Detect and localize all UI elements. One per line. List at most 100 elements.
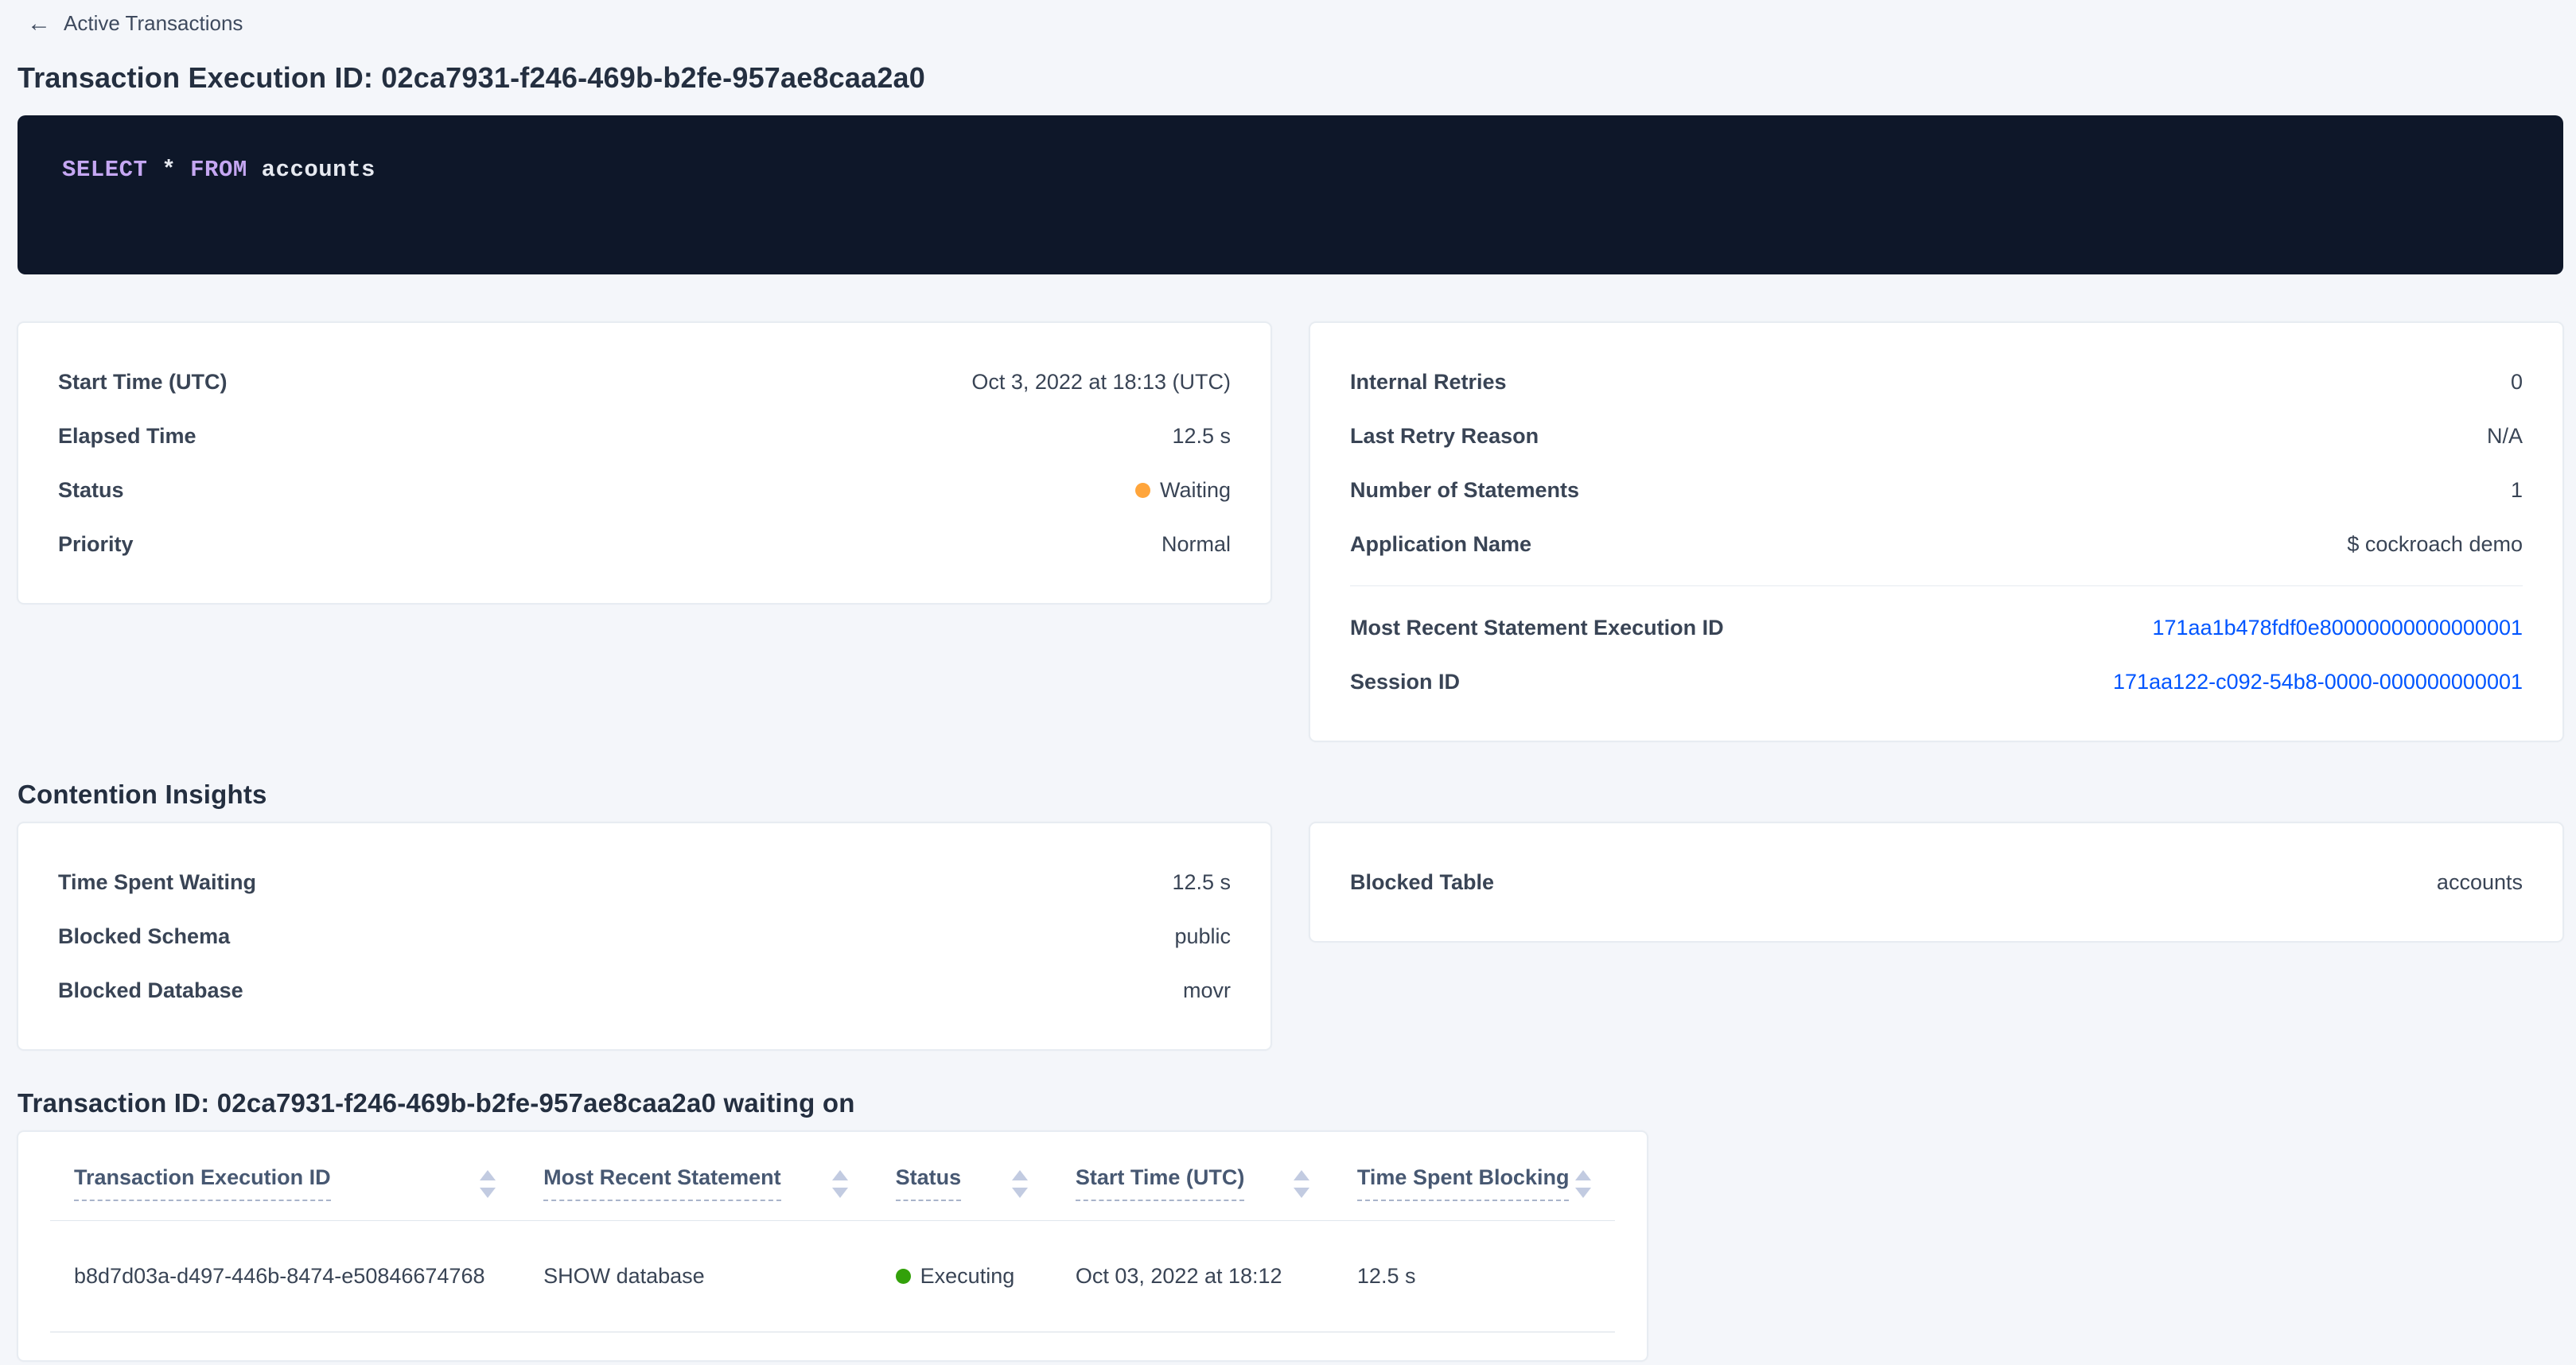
- header-status[interactable]: Status: [872, 1164, 1052, 1201]
- row-statement-execution-id: Most Recent Statement Execution ID 171aa…: [1350, 601, 2523, 655]
- header-time-spent-blocking[interactable]: Time Spent Blocking: [1333, 1164, 1615, 1201]
- internal-retries-value: 0: [2511, 370, 2523, 395]
- transaction-details-page: ← Active Transactions Transaction Execut…: [0, 0, 2576, 1361]
- status-label: Status: [58, 478, 124, 503]
- start-time-value: Oct 3, 2022 at 18:13 (UTC): [971, 370, 1231, 395]
- blocked-database-label: Blocked Database: [58, 978, 243, 1003]
- application-name-value: $ cockroach demo: [2347, 532, 2523, 557]
- blocked-table-label: Blocked Table: [1350, 870, 1494, 895]
- blocked-schema-value: public: [1174, 924, 1231, 949]
- row-blocked-table: Blocked Table accounts: [1350, 855, 2523, 909]
- header-transaction-execution-id[interactable]: Transaction Execution ID: [50, 1164, 519, 1201]
- contention-insights-heading: Contention Insights: [18, 780, 2563, 810]
- cell-most-recent-statement: SHOW database: [519, 1264, 872, 1289]
- details-card: Internal Retries 0 Last Retry Reason N/A…: [1309, 322, 2563, 741]
- sort-down-arrow: [1012, 1188, 1028, 1198]
- header-start-time-label: Start Time (UTC): [1076, 1164, 1245, 1201]
- row-priority: Priority Normal: [58, 517, 1231, 571]
- waiting-on-table: Transaction Execution ID Most Recent Sta…: [50, 1132, 1615, 1360]
- sort-up-arrow: [1294, 1170, 1309, 1180]
- row-status: Status Waiting: [58, 463, 1231, 517]
- row-application-name: Application Name $ cockroach demo: [1350, 517, 2523, 571]
- sort-down-arrow: [1575, 1188, 1591, 1198]
- time-spent-waiting-label: Time Spent Waiting: [58, 870, 256, 895]
- priority-value: Normal: [1162, 532, 1231, 557]
- sql-table-name: accounts: [262, 157, 376, 183]
- sort-up-arrow: [1575, 1170, 1591, 1180]
- card-divider: [1350, 585, 2523, 586]
- row-time-spent-waiting: Time Spent Waiting 12.5 s: [58, 855, 1231, 909]
- header-transaction-execution-id-label: Transaction Execution ID: [74, 1164, 331, 1201]
- overview-card: Start Time (UTC) Oct 3, 2022 at 18:13 (U…: [18, 322, 1271, 604]
- cell-status: Executing: [872, 1264, 1052, 1289]
- table-footer-space: [50, 1332, 1615, 1360]
- sort-up-arrow: [1012, 1170, 1028, 1180]
- row-blocked-schema: Blocked Schema public: [58, 909, 1231, 963]
- waiting-on-table-card: Transaction Execution ID Most Recent Sta…: [18, 1131, 1648, 1361]
- sort-down-arrow: [480, 1188, 496, 1198]
- sort-icon[interactable]: [1294, 1170, 1309, 1198]
- contention-left-card: Time Spent Waiting 12.5 s Blocked Schema…: [18, 822, 1271, 1050]
- row-blocked-database: Blocked Database movr: [58, 963, 1231, 1017]
- table-row: b8d7d03a-d497-446b-8474-e50846674768 SHO…: [50, 1221, 1615, 1332]
- executing-status-dot: [896, 1269, 911, 1284]
- blocked-table-value: accounts: [2437, 870, 2523, 895]
- waiting-on-section: Transaction ID: 02ca7931-f246-469b-b2fe-…: [18, 1088, 2563, 1361]
- sql-keyword-select: SELECT: [62, 157, 147, 183]
- row-internal-retries: Internal Retries 0: [1350, 355, 2523, 409]
- statement-execution-id-link[interactable]: 171aa1b478fdf0e80000000000000001: [2153, 616, 2523, 640]
- row-start-time: Start Time (UTC) Oct 3, 2022 at 18:13 (U…: [58, 355, 1231, 409]
- table-header-row: Transaction Execution ID Most Recent Sta…: [50, 1132, 1615, 1221]
- sort-up-arrow: [832, 1170, 848, 1180]
- contention-cards-row: Time Spent Waiting 12.5 s Blocked Schema…: [18, 822, 2563, 1050]
- row-session-id: Session ID 171aa122-c092-54b8-0000-00000…: [1350, 655, 2523, 709]
- last-retry-reason-value: N/A: [2487, 424, 2523, 449]
- blocked-schema-label: Blocked Schema: [58, 924, 230, 949]
- row-number-of-statements: Number of Statements 1: [1350, 463, 2523, 517]
- waiting-on-heading: Transaction ID: 02ca7931-f246-469b-b2fe-…: [18, 1088, 2563, 1118]
- number-of-statements-value: 1: [2511, 478, 2523, 503]
- header-time-spent-blocking-label: Time Spent Blocking: [1357, 1164, 1570, 1201]
- header-most-recent-statement-label: Most Recent Statement: [543, 1164, 781, 1201]
- cell-transaction-execution-id: b8d7d03a-d497-446b-8474-e50846674768: [50, 1264, 519, 1289]
- sort-icon[interactable]: [832, 1170, 848, 1198]
- cell-start-time: Oct 03, 2022 at 18:12: [1052, 1264, 1333, 1289]
- sql-keyword-from: FROM: [190, 157, 247, 183]
- sql-star: *: [161, 157, 176, 183]
- start-time-label: Start Time (UTC): [58, 370, 228, 395]
- session-id-label: Session ID: [1350, 670, 1460, 694]
- summary-cards-row: Start Time (UTC) Oct 3, 2022 at 18:13 (U…: [18, 322, 2563, 741]
- arrow-left-icon: ←: [27, 12, 51, 36]
- priority-label: Priority: [58, 532, 134, 557]
- back-link-active-transactions[interactable]: ← Active Transactions: [27, 11, 243, 36]
- waiting-status-dot: [1135, 483, 1150, 498]
- internal-retries-label: Internal Retries: [1350, 370, 1507, 395]
- sql-statement-box: SELECT * FROM accounts: [18, 115, 2563, 274]
- row-elapsed-time: Elapsed Time 12.5 s: [58, 409, 1231, 463]
- sort-icon[interactable]: [480, 1170, 496, 1198]
- contention-right-card: Blocked Table accounts: [1309, 822, 2563, 942]
- time-spent-waiting-value: 12.5 s: [1172, 870, 1231, 895]
- cell-status-text: Executing: [920, 1264, 1015, 1288]
- sort-icon[interactable]: [1012, 1170, 1028, 1198]
- blocked-database-value: movr: [1183, 978, 1231, 1003]
- elapsed-time-label: Elapsed Time: [58, 424, 197, 449]
- sort-icon[interactable]: [1575, 1170, 1591, 1198]
- header-status-label: Status: [896, 1164, 962, 1201]
- back-link-label: Active Transactions: [64, 11, 243, 36]
- page-title: Transaction Execution ID: 02ca7931-f246-…: [18, 61, 2563, 95]
- last-retry-reason-label: Last Retry Reason: [1350, 424, 1539, 449]
- statement-execution-id-label: Most Recent Statement Execution ID: [1350, 616, 1724, 640]
- session-id-link[interactable]: 171aa122-c092-54b8-0000-000000000001: [2113, 670, 2523, 694]
- status-text: Waiting: [1160, 478, 1231, 502]
- header-most-recent-statement[interactable]: Most Recent Statement: [519, 1164, 872, 1201]
- header-start-time[interactable]: Start Time (UTC): [1052, 1164, 1333, 1201]
- status-value: Waiting: [1135, 478, 1231, 503]
- sort-up-arrow: [480, 1170, 496, 1180]
- elapsed-time-value: 12.5 s: [1172, 424, 1231, 449]
- row-last-retry-reason: Last Retry Reason N/A: [1350, 409, 2523, 463]
- number-of-statements-label: Number of Statements: [1350, 478, 1579, 503]
- cell-time-spent-blocking: 12.5 s: [1333, 1264, 1615, 1289]
- contention-section: Contention Insights Time Spent Waiting 1…: [18, 780, 2563, 1050]
- sort-down-arrow: [1294, 1188, 1309, 1198]
